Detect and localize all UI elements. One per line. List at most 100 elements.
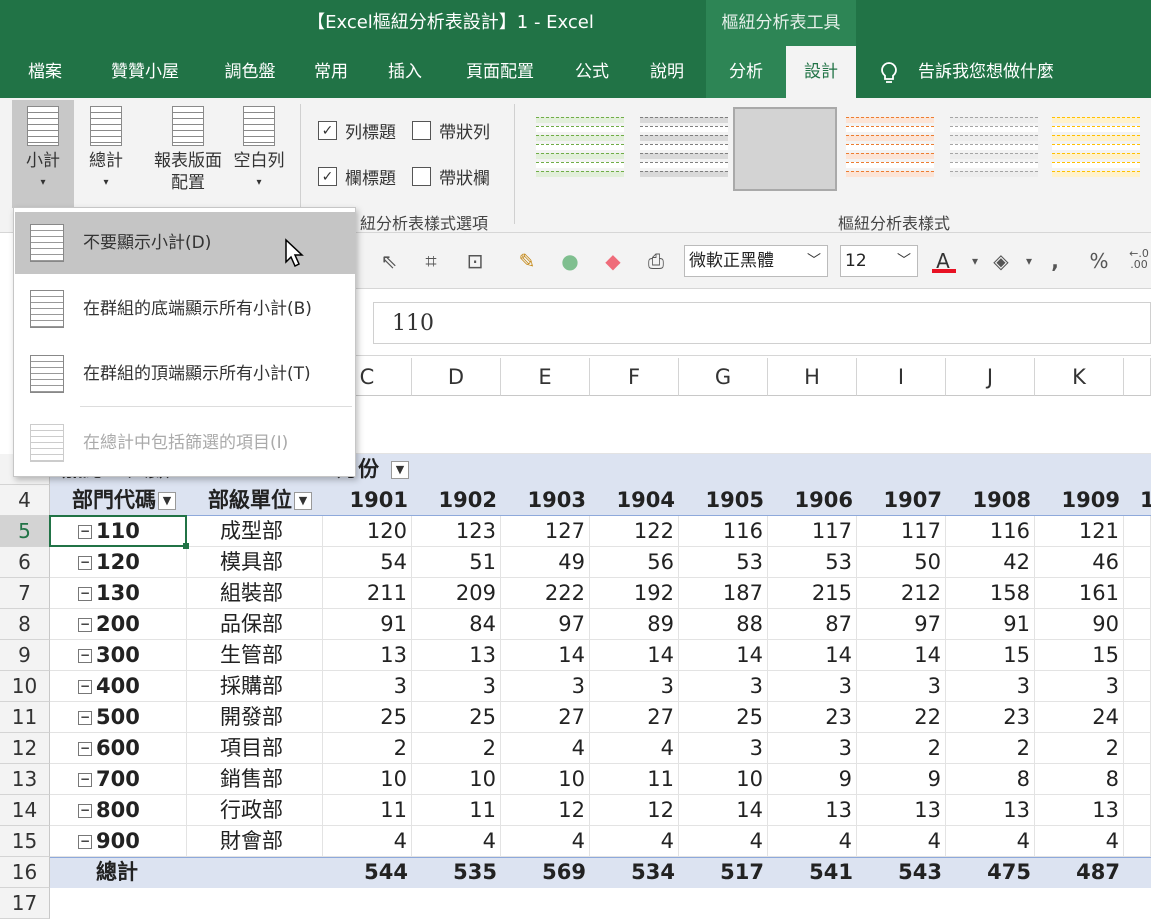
tab-analyze[interactable]: 分析 xyxy=(706,46,786,98)
grand-total-value[interactable]: 534 xyxy=(590,857,679,888)
banded-rows-checkbox[interactable]: 帶狀列 xyxy=(412,118,490,143)
value-cell-partial[interactable] xyxy=(1124,640,1151,671)
value-cell[interactable]: 14 xyxy=(768,640,857,671)
row-code-cell[interactable]: −130 xyxy=(50,578,187,609)
value-cell[interactable]: 53 xyxy=(679,547,768,578)
value-cell[interactable]: 23 xyxy=(768,702,857,733)
value-cell[interactable]: 3 xyxy=(857,671,946,702)
value-cell[interactable]: 9 xyxy=(768,764,857,795)
printer-icon[interactable]: ⎙ xyxy=(643,248,669,274)
value-cell[interactable]: 3 xyxy=(946,671,1035,702)
value-cell[interactable]: 14 xyxy=(679,640,768,671)
pivot-style-thumb[interactable] xyxy=(636,110,732,186)
value-cell[interactable]: 2 xyxy=(323,733,412,764)
tell-me-search[interactable]: 告訴我您想做什麼 xyxy=(918,46,1054,98)
value-cell[interactable]: 25 xyxy=(679,702,768,733)
row-header-5[interactable]: 5 xyxy=(0,516,50,547)
font-size-select[interactable]: 12 ﹀ xyxy=(840,245,918,277)
pivot-style-thumb[interactable] xyxy=(532,110,628,186)
value-cell[interactable]: 8 xyxy=(946,764,1035,795)
value-cell-partial[interactable] xyxy=(1124,826,1151,857)
grand-total-value[interactable]: 535 xyxy=(412,857,501,888)
pivot-style-thumb[interactable] xyxy=(842,110,938,186)
value-cell[interactable]: 123 xyxy=(412,516,501,547)
value-cell[interactable]: 11 xyxy=(323,795,412,826)
menu-item-subtotals-bottom[interactable]: 在群組的底端顯示所有小計(B) xyxy=(15,278,355,340)
value-cell[interactable]: 22 xyxy=(857,702,946,733)
row-code-cell[interactable]: −200 xyxy=(50,609,187,640)
value-cell[interactable]: 2 xyxy=(946,733,1035,764)
value-cell[interactable]: 3 xyxy=(768,671,857,702)
row-header-9[interactable]: 9 xyxy=(0,640,50,671)
subtotal-button[interactable]: 小計 ▾ xyxy=(12,106,74,194)
dept-code-header[interactable]: 部門代碼 ▼ xyxy=(50,485,187,516)
empty-rows[interactable] xyxy=(323,396,1151,454)
value-cell[interactable]: 89 xyxy=(590,609,679,640)
collapse-icon[interactable]: − xyxy=(78,587,92,601)
grand-total-button[interactable]: 總計 ▾ xyxy=(82,106,130,194)
value-cell[interactable]: 3 xyxy=(323,671,412,702)
value-cell[interactable]: 13 xyxy=(768,795,857,826)
value-cell[interactable]: 4 xyxy=(323,826,412,857)
report-layout-button[interactable]: 報表版面 配置 xyxy=(150,106,226,194)
tab-home[interactable]: 常用 xyxy=(302,46,360,98)
dept-unit[interactable]: 開發部 xyxy=(186,702,323,733)
grand-total-label[interactable]: 總計 xyxy=(50,857,187,888)
value-cell[interactable]: 161 xyxy=(1035,578,1124,609)
row-code-cell[interactable]: −500 xyxy=(50,702,187,733)
column-header-k[interactable]: K xyxy=(1035,358,1124,396)
select-arrow-icon[interactable]: ⇖ xyxy=(376,248,402,274)
value-cell[interactable]: 3 xyxy=(590,671,679,702)
value-cell[interactable]: 4 xyxy=(412,826,501,857)
row-header-4[interactable]: 4 xyxy=(0,485,50,516)
value-cell[interactable]: 50 xyxy=(857,547,946,578)
row-header-6[interactable]: 6 xyxy=(0,547,50,578)
value-cell[interactable]: 211 xyxy=(323,578,412,609)
value-cell[interactable]: 3 xyxy=(412,671,501,702)
row-header-17[interactable]: 17 xyxy=(0,888,50,919)
menu-item-subtotals-top[interactable]: 在群組的頂端顯示所有小計(T) xyxy=(15,343,355,405)
value-cell[interactable]: 3 xyxy=(679,733,768,764)
row-header-8[interactable]: 8 xyxy=(0,609,50,640)
value-cell[interactable]: 49 xyxy=(501,547,590,578)
value-cell[interactable]: 120 xyxy=(323,516,412,547)
dept-unit[interactable]: 銷售部 xyxy=(186,764,323,795)
formula-input[interactable]: 110 xyxy=(373,302,1151,344)
row-header-16[interactable]: 16 xyxy=(0,857,50,888)
value-cell[interactable]: 13 xyxy=(323,640,412,671)
value-cell[interactable]: 10 xyxy=(679,764,768,795)
tab-file[interactable]: 檔案 xyxy=(14,46,76,98)
value-cell-partial[interactable] xyxy=(1124,702,1151,733)
chevron-down-icon[interactable]: ▾ xyxy=(962,248,988,274)
value-cell[interactable]: 4 xyxy=(1035,826,1124,857)
value-cell[interactable]: 53 xyxy=(768,547,857,578)
value-cell[interactable]: 91 xyxy=(946,609,1035,640)
value-cell[interactable]: 10 xyxy=(323,764,412,795)
value-cell[interactable]: 87 xyxy=(768,609,857,640)
value-cell[interactable]: 27 xyxy=(501,702,590,733)
row-code-cell[interactable]: −700 xyxy=(50,764,187,795)
value-cell[interactable]: 10 xyxy=(412,764,501,795)
format-painter-icon[interactable]: ✎ xyxy=(514,248,540,274)
circle-icon[interactable]: ● xyxy=(557,248,583,274)
value-cell[interactable]: 158 xyxy=(946,578,1035,609)
row-header-7[interactable]: 7 xyxy=(0,578,50,609)
fill-handle[interactable] xyxy=(183,543,189,549)
collapse-icon[interactable]: − xyxy=(78,804,92,818)
row-code-cell[interactable]: −800 xyxy=(50,795,187,826)
tab-palette[interactable]: 調色盤 xyxy=(210,46,290,98)
tab-zanzan[interactable]: 贊贊小屋 xyxy=(100,46,190,98)
grand-total-value[interactable]: 541 xyxy=(768,857,857,888)
dept-unit[interactable]: 項目部 xyxy=(186,733,323,764)
value-cell[interactable]: 91 xyxy=(323,609,412,640)
increase-decimal-icon[interactable]: ←.0.00 xyxy=(1126,248,1151,274)
row-header-15[interactable]: 15 xyxy=(0,826,50,857)
value-cell[interactable]: 4 xyxy=(501,733,590,764)
value-cell[interactable]: 222 xyxy=(501,578,590,609)
value-cell[interactable]: 127 xyxy=(501,516,590,547)
fill-color-icon[interactable]: ◈ xyxy=(988,248,1014,274)
value-cell[interactable]: 187 xyxy=(679,578,768,609)
column-headers-checkbox[interactable]: ✓ 欄標題 xyxy=(318,164,396,189)
row-code-cell[interactable]: −900 xyxy=(50,826,187,857)
tab-design[interactable]: 設計 xyxy=(786,46,856,98)
